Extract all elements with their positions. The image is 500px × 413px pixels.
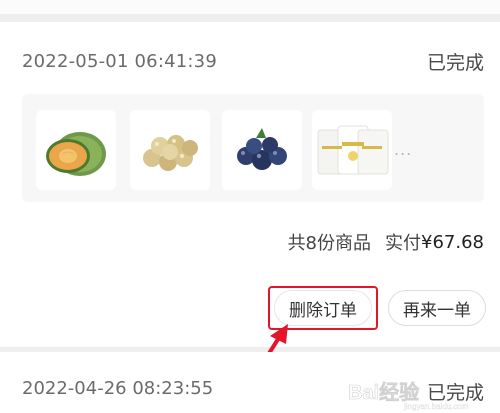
order-time: 2022-05-01 06:41:39 xyxy=(22,50,217,72)
product-thumb-yogurt[interactable] xyxy=(312,110,392,190)
previous-card-edge xyxy=(0,0,500,14)
longan-icon xyxy=(143,135,198,171)
order-actions: 删除订单 再来一单 xyxy=(268,286,486,330)
baidu-jingyan-watermark: Bai经验 jingyan.baidu.com xyxy=(348,380,469,411)
item-count: 共8份商品 xyxy=(287,233,372,254)
product-thumb-melon[interactable] xyxy=(36,110,116,190)
melon-icon xyxy=(46,132,106,176)
order-status: 已完成 xyxy=(426,51,484,74)
watermark-text: Bai经验 xyxy=(348,380,419,404)
delete-order-button[interactable]: 删除订单 xyxy=(274,290,372,326)
order-summary: 共8份商品 实付 ¥67.68 xyxy=(288,228,484,256)
watermark-sub: jingyan.baidu.com xyxy=(403,402,469,411)
reorder-button[interactable]: 再来一单 xyxy=(388,290,486,326)
order-card[interactable]: 2022-05-01 06:41:39 已完成 ... 共8份商品 实付 ¥67… xyxy=(0,22,500,347)
order-time-2: 2022-04-26 08:23:55 xyxy=(22,378,214,399)
yogurt-cups-icon xyxy=(317,125,389,175)
product-thumb-longan[interactable] xyxy=(130,110,210,190)
more-products-indicator: ... xyxy=(394,140,413,159)
paid-amount: ¥67.68 xyxy=(421,231,484,253)
blueberry-icon xyxy=(237,128,287,170)
product-thumb-blueberry[interactable] xyxy=(222,110,302,190)
order-header: 2022-05-01 06:41:39 已完成 xyxy=(22,46,484,76)
paid-label: 实付 xyxy=(385,233,422,254)
product-thumbnails[interactable]: ... xyxy=(22,94,484,202)
